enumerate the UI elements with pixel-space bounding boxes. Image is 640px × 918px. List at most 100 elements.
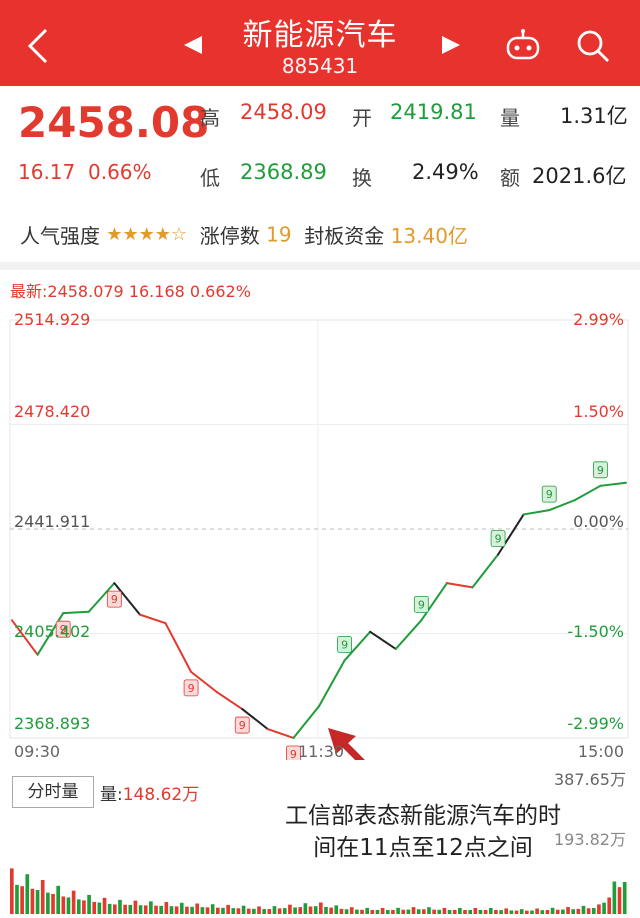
volume-bar — [272, 906, 277, 914]
volume-bar — [514, 910, 519, 914]
y-right-label: 0.00% — [573, 512, 624, 531]
volume-bar — [231, 908, 236, 914]
volume-bar — [607, 897, 612, 914]
y-right-label: 1.50% — [573, 402, 624, 421]
volume-bar — [179, 902, 184, 914]
volume-bar — [40, 880, 45, 914]
volume-bar — [149, 901, 153, 914]
y-left-label: 2478.420 — [14, 402, 91, 421]
y-right-label: -2.99% — [567, 714, 624, 733]
volume-bar — [581, 905, 586, 914]
y-right-label: 2.99% — [573, 310, 624, 329]
volume-bar — [257, 906, 261, 914]
volume-bar — [602, 902, 606, 914]
y-left-label: 2405.402 — [14, 622, 91, 641]
price-line-segment — [215, 690, 244, 711]
volume-bar — [308, 906, 313, 914]
assistant-button[interactable] — [505, 28, 541, 62]
volume-bar — [365, 907, 369, 914]
price-line-segment — [62, 610, 90, 615]
volume-bar — [401, 909, 406, 914]
intraday-chart[interactable]: 9999999999 — [0, 300, 640, 760]
triangle-right-icon — [442, 36, 460, 54]
x-label-close: 15:00 — [577, 742, 624, 761]
current-price: 2458.08 — [18, 98, 210, 147]
volume-bar — [586, 908, 591, 914]
volume-bar — [473, 908, 478, 914]
volume-bar — [236, 908, 241, 914]
volume-bar — [246, 908, 251, 914]
price-line-segment — [292, 705, 320, 739]
change-percent: 0.66% — [87, 160, 152, 184]
volume-bar — [241, 905, 246, 914]
volume-bar — [504, 908, 509, 914]
volume-bar — [133, 900, 138, 914]
volume-bar — [339, 908, 344, 914]
volume-bar — [550, 907, 555, 914]
high-label: 高 — [200, 106, 220, 130]
volume-bar — [25, 874, 30, 914]
volume-bar — [66, 897, 71, 914]
y-left-label: 2441.911 — [14, 512, 91, 531]
volume-bar — [483, 910, 488, 914]
volume-bar — [97, 902, 102, 914]
volume-max-label: 387.65万 — [554, 770, 626, 789]
volume-bar — [76, 899, 81, 914]
seal-capital-label: 封板资金 — [304, 224, 385, 248]
amount-label: 额 — [500, 166, 520, 190]
volume-bar — [432, 909, 436, 914]
volume-bar — [349, 907, 354, 914]
next-button[interactable] — [440, 34, 462, 62]
volume-bar — [113, 904, 117, 914]
volume-bar — [46, 892, 50, 914]
volume-bar — [355, 909, 359, 914]
volume-bar — [561, 909, 565, 914]
volume-bar — [20, 886, 24, 914]
volume-bar — [282, 908, 287, 914]
volume-bar — [190, 906, 194, 914]
search-icon — [577, 30, 609, 62]
volume-bar — [422, 909, 426, 914]
volume-bar — [319, 902, 323, 914]
volume-bar — [576, 908, 581, 914]
volume-bar — [525, 910, 529, 914]
turnover-value: 2.49% — [412, 160, 479, 184]
volume-bar — [499, 910, 503, 914]
volume-bar — [174, 906, 179, 914]
volume-value: 1.31亿 — [560, 104, 628, 128]
signal-marker-label: 9 — [239, 719, 246, 732]
volume-bar — [138, 905, 143, 914]
volume-bar — [10, 868, 14, 914]
top-bar: 新能源汽车 885431 — [0, 0, 640, 86]
volume-bar — [494, 910, 498, 914]
volume-bar — [571, 909, 575, 914]
volume-bar — [535, 908, 539, 914]
price-change: 16.17 0.66% — [18, 160, 152, 184]
volume-bar — [298, 907, 303, 914]
volume-bar — [51, 893, 55, 914]
volume-chart[interactable] — [10, 806, 630, 916]
volume-bar — [385, 910, 390, 914]
divider — [0, 262, 640, 270]
volume-bar — [329, 907, 333, 914]
volume-readout-label: 量: — [100, 785, 123, 805]
signal-marker-label: 9 — [341, 638, 348, 651]
volume-readout-value: 148.62万 — [122, 785, 200, 805]
price-line-segment — [394, 619, 423, 650]
volume-bar — [468, 910, 472, 914]
volume-bar — [530, 910, 534, 914]
page-title: 新能源汽车 — [242, 18, 398, 53]
search-button[interactable] — [575, 28, 611, 64]
volume-bar — [216, 907, 220, 914]
volume-readout: 量:148.62万 — [100, 780, 199, 805]
limit-up-label: 涨停数 — [199, 224, 260, 248]
volume-bar — [612, 881, 617, 914]
volume-bar — [478, 910, 483, 914]
y-left-label: 2514.929 — [14, 310, 91, 329]
volume-bar — [519, 909, 524, 914]
tab-volume[interactable]: 分时量 — [12, 776, 94, 808]
seal-capital-value: 13.40亿 — [390, 224, 468, 248]
volume-bar — [344, 909, 349, 914]
volume-bar — [447, 910, 452, 914]
volume-bar — [442, 907, 447, 914]
